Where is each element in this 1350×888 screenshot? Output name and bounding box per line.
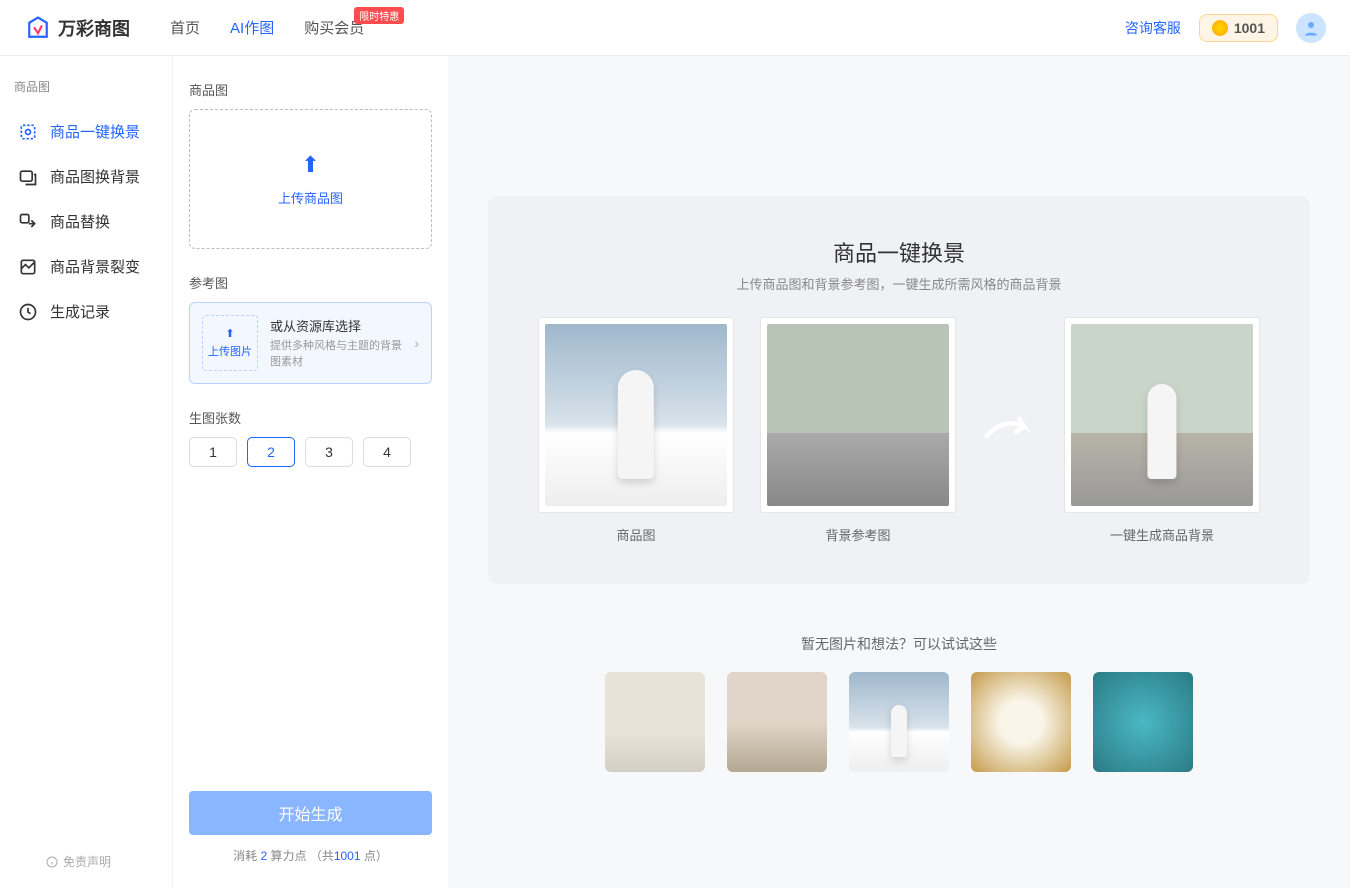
nav: 首页 AI作图 购买会员 限时特惠: [170, 17, 364, 38]
sidebar-item-swap-scene[interactable]: 商品一键换景: [14, 109, 158, 154]
example-product: 商品图: [538, 317, 734, 544]
count-label: 生图张数: [189, 408, 432, 427]
header: 万彩商图 首页 AI作图 购买会员 限时特惠 咨询客服 1001: [0, 0, 1350, 56]
sidebar-item-replace[interactable]: 商品替换: [14, 199, 158, 244]
product-image-label: 商品图: [189, 80, 432, 99]
sample-3[interactable]: [849, 672, 949, 772]
panel-footer: 开始生成 消耗 2 算力点 （共1001 点）: [189, 791, 432, 864]
avatar[interactable]: [1296, 13, 1326, 43]
start-generate-button[interactable]: 开始生成: [189, 791, 432, 835]
logo[interactable]: 万彩商图: [24, 14, 130, 42]
try-prompt: 暂无图片和想法？可以试试这些: [801, 634, 997, 654]
header-right: 咨询客服 1001: [1125, 13, 1326, 43]
hero-title: 商品一键换景: [538, 236, 1260, 268]
count-4[interactable]: 4: [363, 437, 411, 467]
sidebar-section: 商品图: [14, 78, 158, 95]
sample-1[interactable]: [605, 672, 705, 772]
count-1[interactable]: 1: [189, 437, 237, 467]
nav-membership[interactable]: 购买会员 限时特惠: [304, 17, 364, 38]
upload-icon: ⬆: [225, 327, 234, 340]
reference-upload-button[interactable]: ⬆ 上传图片: [202, 315, 258, 371]
coin-icon: [1212, 20, 1228, 36]
count-2[interactable]: 2: [247, 437, 295, 467]
control-panel: 商品图 ⬆ 上传商品图 参考图 ⬆ 上传图片 或从资源库选择 提供多种风格与主题…: [172, 56, 448, 888]
nav-home[interactable]: 首页: [170, 17, 200, 38]
info-icon: [46, 856, 58, 868]
reference-library-option: 或从资源库选择 提供多种风格与主题的背景图素材: [270, 316, 402, 370]
user-icon: [1302, 19, 1320, 37]
logo-icon: [24, 14, 52, 42]
example-reference: 背景参考图: [760, 317, 956, 544]
reference-image-label: 参考图: [189, 273, 432, 292]
history-icon: [18, 302, 38, 322]
change-bg-icon: [18, 167, 38, 187]
hero-card: 商品一键换景 上传商品图和背景参考图，一键生成所需风格的商品背景 商品图 背景参…: [488, 196, 1310, 584]
sidebar: 商品图 商品一键换景 商品图换背景 商品替换 商品背景裂变 生成记录 免责声明: [0, 56, 172, 888]
sample-2[interactable]: [727, 672, 827, 772]
sample-4[interactable]: [971, 672, 1071, 772]
reference-select[interactable]: ⬆ 上传图片 或从资源库选择 提供多种风格与主题的背景图素材 ›: [189, 302, 432, 384]
support-link[interactable]: 咨询客服: [1125, 18, 1181, 38]
sidebar-item-change-bg[interactable]: 商品图换背景: [14, 154, 158, 199]
points-balance[interactable]: 1001: [1199, 14, 1278, 42]
arrow-icon: [982, 406, 1038, 456]
promo-badge: 限时特惠: [354, 7, 404, 24]
replace-icon: [18, 212, 38, 232]
cost-info: 消耗 2 算力点 （共1001 点）: [189, 847, 432, 864]
upload-product-image[interactable]: ⬆ 上传商品图: [189, 109, 432, 249]
disclaimer[interactable]: 免责声明: [46, 853, 111, 870]
sample-row: [605, 672, 1193, 772]
sidebar-item-history[interactable]: 生成记录: [14, 289, 158, 334]
sidebar-item-bg-fission[interactable]: 商品背景裂变: [14, 244, 158, 289]
main-area: 商品一键换景 上传商品图和背景参考图，一键生成所需风格的商品背景 商品图 背景参…: [448, 56, 1350, 888]
swap-scene-icon: [18, 122, 38, 142]
fission-icon: [18, 257, 38, 277]
nav-ai-draw[interactable]: AI作图: [230, 17, 274, 38]
chevron-right-icon: ›: [414, 335, 419, 351]
example-result: 一键生成商品背景: [1064, 317, 1260, 544]
count-3[interactable]: 3: [305, 437, 353, 467]
count-buttons: 1 2 3 4: [189, 437, 432, 467]
sample-5[interactable]: [1093, 672, 1193, 772]
hero-subtitle: 上传商品图和背景参考图，一键生成所需风格的商品背景: [538, 274, 1260, 293]
logo-text: 万彩商图: [58, 15, 130, 41]
upload-icon: ⬆: [301, 152, 319, 178]
